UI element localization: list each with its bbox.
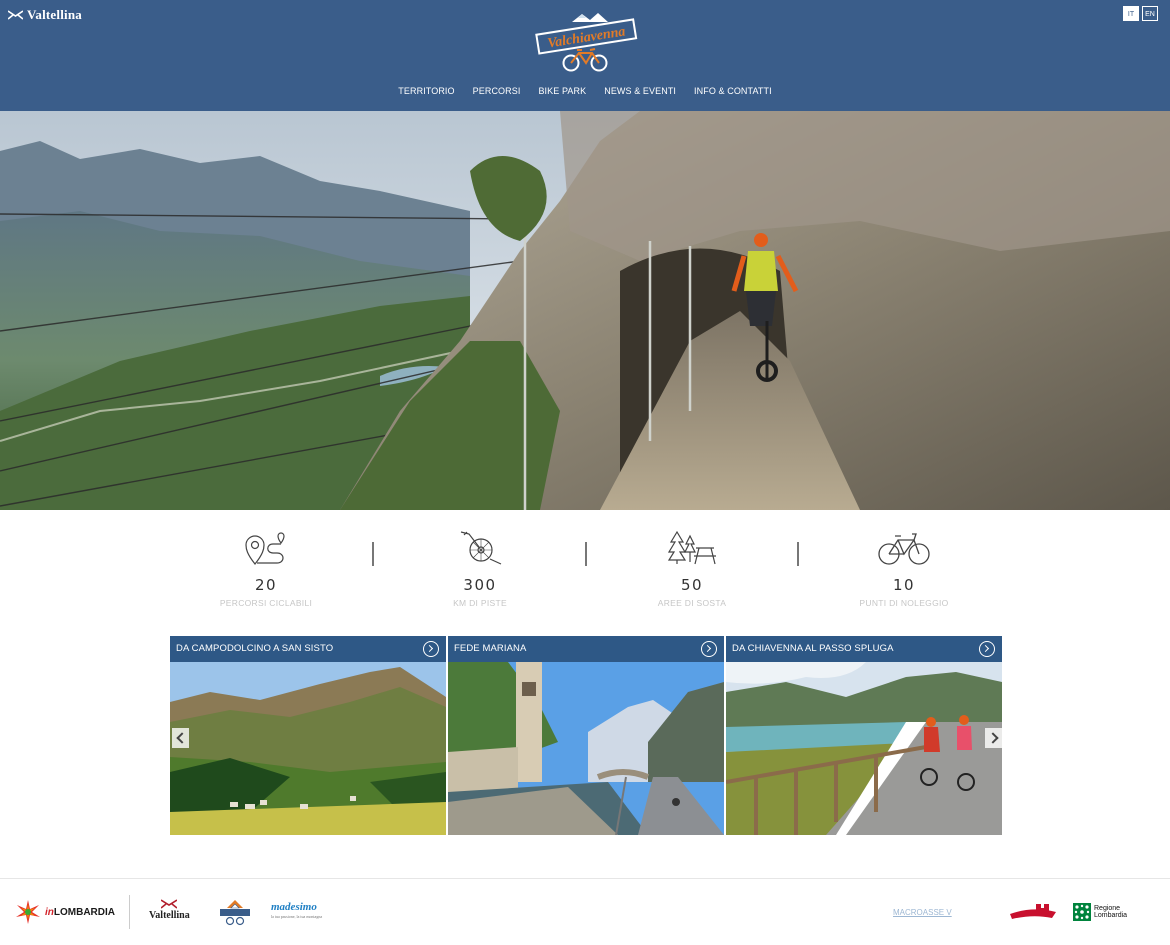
- route-photo: [726, 662, 1002, 835]
- route-card-chiavenna-spluga[interactable]: DA CHIAVENNA AL PASSO SPLUGA: [726, 636, 1002, 835]
- main-nav: TERRITORIO PERCORSI BIKE PARK NEWS & EVE…: [0, 86, 1170, 96]
- valchiavenna-footer-logo[interactable]: [218, 898, 252, 926]
- language-switcher: IT EN: [1123, 6, 1158, 21]
- brand-label: Valtellina: [27, 7, 82, 22]
- stat-label: KM DI PISTE: [453, 598, 507, 608]
- madesimo-label: madesimo: [271, 901, 317, 913]
- route-card-fede-mariana[interactable]: FEDE MARIANA: [448, 636, 724, 835]
- route-photo: [170, 662, 446, 835]
- stat-label: PERCORSI CICLABILI: [219, 598, 313, 608]
- inlombardia-in: in: [45, 906, 54, 918]
- inlombardia-text: LOMBARDIA: [53, 906, 115, 918]
- inlombardia-logo[interactable]: inLOMBARDIA: [15, 899, 115, 925]
- bicycle-icon: [878, 533, 930, 565]
- chevron-right-circle-icon[interactable]: [423, 641, 439, 657]
- valtellina-footer-logo[interactable]: Valtellina: [149, 899, 190, 921]
- chevron-right-circle-icon[interactable]: [979, 641, 995, 657]
- route-pin-icon: [245, 532, 285, 565]
- svg-text:Valchiavenna: Valchiavenna: [546, 24, 626, 51]
- madesimo-tagline: la tua passione, la tua montagna: [271, 914, 323, 919]
- stat-percorsi: 20 PERCORSI CICLABILI: [160, 522, 372, 608]
- stats-row: 20 PERCORSI CICLABILI 300 KM DI PISTE 50…: [160, 522, 1010, 617]
- mtb-wheel-icon: [460, 531, 502, 565]
- nav-bike-park[interactable]: BIKE PARK: [538, 86, 586, 96]
- nav-news-eventi[interactable]: NEWS & EVENTI: [604, 86, 676, 96]
- stat-noleggio: 10 PUNTI DI NOLEGGIO: [798, 522, 1010, 608]
- valtellina-brand-link[interactable]: Valtellina: [8, 7, 82, 23]
- route-card-title: FEDE MARIANA: [448, 636, 724, 662]
- lang-it-button[interactable]: IT: [1123, 6, 1139, 21]
- nav-territorio[interactable]: TERRITORIO: [398, 86, 454, 96]
- partner-logo-red[interactable]: [1008, 902, 1058, 922]
- valtellina-footer-label: Valtellina: [149, 910, 190, 921]
- footer-divider: [129, 895, 130, 929]
- stat-aree-sosta: 50 AREE DI SOSTA: [586, 522, 798, 608]
- regione-label-1: Regione: [1094, 905, 1121, 912]
- star-flower-icon: [16, 900, 40, 924]
- hero-image: [0, 111, 1170, 510]
- route-card-title: DA CHIAVENNA AL PASSO SPLUGA: [726, 636, 1002, 662]
- site-header: Valtellina Valchiavenna IT EN TERRITORIO…: [0, 0, 1170, 111]
- stat-value: 20: [254, 576, 278, 594]
- site-footer: inLOMBARDIA Valtellina madesimo la tua p…: [0, 878, 1170, 945]
- stat-km: 300 KM DI PISTE: [374, 522, 586, 608]
- valtellina-mark-icon: [161, 899, 178, 909]
- nav-percorsi[interactable]: PERCORSI: [473, 86, 521, 96]
- rosa-camuna-icon: [1073, 903, 1091, 921]
- stat-label: PUNTI DI NOLEGGIO: [859, 598, 949, 608]
- picnic-area-icon: [668, 530, 716, 565]
- regione-lombardia-logo[interactable]: Regione Lombardia: [1073, 903, 1127, 921]
- carousel-next-button[interactable]: [985, 728, 1002, 748]
- route-card-campodolcino[interactable]: DA CAMPODOLCINO A SAN SISTO: [170, 636, 446, 835]
- route-card-title: DA CAMPODOLCINO A SAN SISTO: [170, 636, 446, 662]
- carousel-prev-button[interactable]: [172, 728, 189, 748]
- stat-value: 300: [463, 576, 497, 594]
- route-photo: [448, 662, 724, 835]
- macroasse-v-link[interactable]: MACROASSE V: [893, 908, 952, 917]
- routes-carousel: DA CAMPODOLCINO A SAN SISTO FEDE MARIANA: [170, 636, 1002, 836]
- madesimo-logo[interactable]: madesimo la tua passione, la tua montagn…: [271, 901, 322, 919]
- valchiavenna-logo[interactable]: Valchiavenna: [532, 13, 640, 75]
- stat-value: 10: [892, 576, 916, 594]
- regione-label-2: Lombardia: [1094, 912, 1128, 919]
- valtellina-mark-icon: [8, 10, 23, 20]
- chevron-right-circle-icon[interactable]: [701, 641, 717, 657]
- stat-label: AREE DI SOSTA: [657, 598, 727, 608]
- stat-value: 50: [680, 576, 704, 594]
- lang-en-button[interactable]: EN: [1142, 6, 1158, 21]
- nav-info-contatti[interactable]: INFO & CONTATTI: [694, 86, 772, 96]
